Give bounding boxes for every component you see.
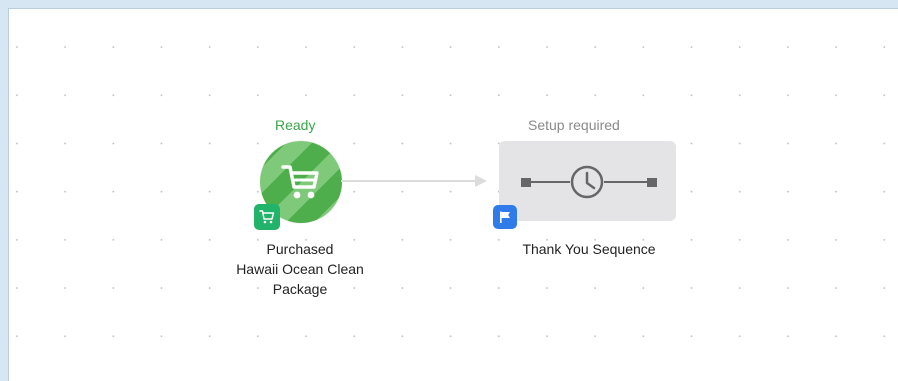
flag-icon (500, 211, 510, 223)
delay-timeline-graphic (521, 165, 657, 199)
workflow-canvas[interactable]: Ready Setup required Purchased Hawaii Oc… (8, 8, 898, 381)
action-label: Thank You Sequence (522, 241, 656, 257)
shopping-cart-icon (259, 210, 275, 224)
shopping-cart-icon (281, 165, 319, 199)
action-node[interactable] (499, 141, 676, 221)
action-status: Setup required (528, 117, 620, 133)
trigger-label-line: Package (272, 281, 328, 297)
action-type-badge (493, 205, 517, 229)
arrow-right-icon (475, 175, 487, 187)
trigger-label-line: Purchased (266, 241, 334, 257)
trigger-label-line: Hawaii Ocean Clean (236, 261, 364, 277)
connector-arrow[interactable] (341, 173, 501, 189)
clock-icon (570, 165, 604, 199)
trigger-label: Purchased Hawaii Ocean Clean Package (204, 239, 396, 299)
trigger-type-badge (254, 204, 280, 230)
trigger-status: Ready (275, 117, 316, 133)
